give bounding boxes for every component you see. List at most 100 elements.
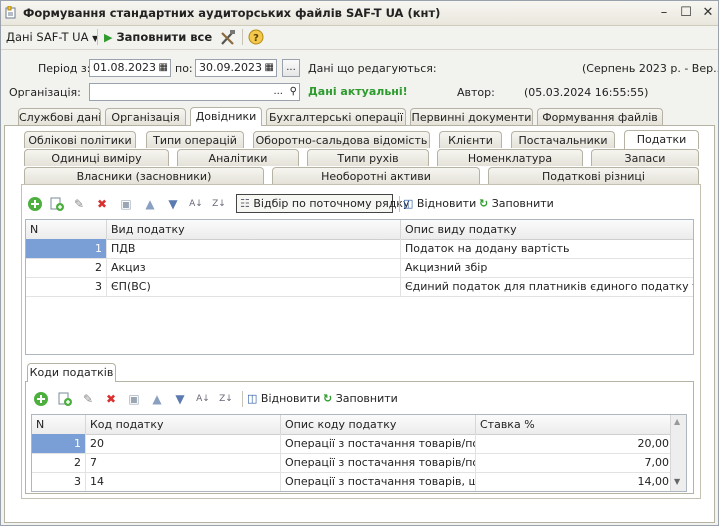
sub-tabs-row1: Облікові політики Типи операцій Оборотно… [1, 130, 718, 149]
fill-all-button[interactable]: ▶ Заповнити все [104, 28, 212, 46]
sort-descending-icon[interactable]: Z↓ [211, 196, 227, 212]
restore-button[interactable]: ◫ Відновити [247, 391, 320, 407]
sub-tabs-row3: Власники (засновники) Необоротні активи … [1, 167, 718, 184]
table-header: N Код податку Опис коду податку Ставка % [32, 415, 673, 435]
row-number: 3 [26, 277, 107, 296]
sort-ascending-icon[interactable]: A↓ [188, 196, 204, 212]
delete-icon[interactable]: ✖ [103, 391, 119, 407]
add-icon[interactable] [33, 391, 49, 407]
restore-button[interactable]: ◫ Відновити [403, 196, 476, 212]
organization-field[interactable]: ... ⚲ [89, 83, 300, 101]
tab-directories[interactable]: Довідники [190, 107, 262, 126]
author-label: Автор: [457, 86, 495, 99]
sort-ascending-icon[interactable]: A↓ [195, 391, 211, 407]
restore-label: Відновити [416, 197, 477, 210]
data-menu-button[interactable]: Дані SAF-T UA ▼ [6, 28, 98, 46]
save-icon[interactable]: ▣ [126, 391, 142, 407]
table-row[interactable]: 3 14 Операції з постачання товарів, що .… [32, 472, 673, 491]
date-to-field[interactable]: 30.09.2023 ▦ [195, 59, 277, 77]
table-row[interactable]: 1 20 Операції з постачання товарів/пос..… [32, 434, 673, 454]
move-down-icon[interactable]: ▼ [165, 196, 181, 212]
tab-service-data[interactable]: Службові дані [18, 108, 101, 125]
period-label: Період з: [38, 62, 91, 75]
move-down-icon[interactable]: ▼ [172, 391, 188, 407]
filter-icon: ☷ [240, 197, 250, 210]
refresh-icon: ↻ [323, 392, 333, 405]
author-value: (05.03.2024 16:55:55) [524, 86, 649, 99]
tax-types-table[interactable]: N Вид податку Опис виду податку 1 ПДВ По… [25, 219, 694, 355]
fill-label: Заповнити [491, 197, 554, 210]
data-menu-label: Дані SAF-T UA [6, 30, 89, 44]
tab-operation-types[interactable]: Типи операцій [146, 131, 244, 148]
tab-tax-codes[interactable]: Коди податків [27, 363, 116, 382]
table-row[interactable]: 1 ПДВ Податок на додану вартість [26, 239, 693, 259]
tax-code-cell: 14 [86, 472, 281, 491]
tab-clients[interactable]: Клієнти [439, 131, 502, 148]
tab-non-current-assets[interactable]: Необоротні активи [272, 167, 480, 184]
toolbar-separator [97, 29, 98, 45]
column-header-tax-code-desc[interactable]: Опис коду податку [281, 415, 476, 434]
tab-inventory[interactable]: Запаси [591, 149, 699, 166]
fill-button[interactable]: ↻ Заповнити [479, 196, 554, 212]
copy-icon[interactable] [57, 391, 73, 407]
tab-tax-differences[interactable]: Податкові різниці [488, 167, 699, 184]
column-header-tax-kind-desc[interactable]: Опис виду податку [401, 220, 693, 239]
tab-accounting-policies[interactable]: Облікові політики [24, 131, 136, 148]
move-up-icon[interactable]: ▲ [149, 391, 165, 407]
tab-trial-balance[interactable]: Оборотно-сальдова відомість [253, 131, 430, 148]
select-ellipsis-icon[interactable]: ... [273, 84, 283, 100]
close-icon[interactable]: ✕ [700, 5, 716, 21]
tab-file-generation[interactable]: Формування файлів [537, 108, 663, 125]
tab-analytics[interactable]: Аналітики [177, 149, 299, 166]
maximize-icon[interactable]: ☐ [678, 5, 694, 21]
table-row[interactable]: 2 7 Операції з постачання товарів/пос...… [32, 453, 673, 473]
edit-icon[interactable]: ✎ [80, 391, 96, 407]
table-row[interactable]: 3 ЄП(ВС) Єдиний податок для платників єд… [26, 277, 693, 297]
minimize-icon[interactable]: – [656, 5, 672, 21]
tab-nomenclature[interactable]: Номенклатура [437, 149, 583, 166]
delete-icon[interactable]: ✖ [94, 196, 110, 212]
column-header-n[interactable]: N [26, 220, 107, 239]
scroll-down-icon[interactable]: ▼ [674, 477, 680, 486]
period-select-button[interactable]: ... [282, 59, 300, 77]
main-window: Формування стандартних аудиторських файл… [0, 0, 719, 526]
tab-movement-types[interactable]: Типи рухів [307, 149, 429, 166]
column-header-n[interactable]: N [32, 415, 86, 434]
main-tabs: Службові дані Організація Довідники Бухг… [1, 107, 718, 126]
toolbar: Дані SAF-T UA ▼ ▶ Заповнити все ? [1, 25, 718, 50]
scroll-up-icon[interactable]: ▲ [674, 417, 680, 426]
vertical-scrollbar[interactable]: ▲ ▼ [670, 415, 686, 491]
add-icon[interactable] [27, 196, 43, 212]
tax-code-desc-cell: Операції з постачання товарів/пос... [281, 434, 476, 453]
tab-organization[interactable]: Організація [105, 108, 186, 125]
tab-units[interactable]: Одиниці виміру [24, 149, 169, 166]
to-label: по: [175, 62, 193, 75]
edit-icon[interactable]: ✎ [71, 196, 87, 212]
column-header-tax-code[interactable]: Код податку [86, 415, 281, 434]
tax-code-cell: 7 [86, 453, 281, 472]
calendar-icon[interactable]: ▦ [159, 60, 168, 76]
help-icon[interactable]: ? [248, 29, 264, 45]
tab-owners[interactable]: Власники (засновники) [24, 167, 264, 184]
table-row[interactable]: 2 Акциз Акцизний збір [26, 258, 693, 278]
column-header-tax-kind[interactable]: Вид податку [107, 220, 401, 239]
move-up-icon[interactable]: ▲ [142, 196, 158, 212]
tax-kind-desc-cell: Податок на додану вартість [405, 242, 570, 255]
tab-suppliers[interactable]: Постачальники [511, 131, 615, 148]
row-number: 1 [26, 239, 107, 258]
column-header-rate[interactable]: Ставка % [476, 415, 673, 434]
tools-icon[interactable] [219, 29, 237, 46]
save-icon[interactable]: ▣ [118, 196, 134, 212]
date-from-field[interactable]: 01.08.2023 ▦ [89, 59, 171, 77]
tab-accounting-operations[interactable]: Бухгалтерські операції [266, 108, 406, 125]
calendar-icon[interactable]: ▦ [265, 60, 274, 76]
tax-codes-table[interactable]: N Код податку Опис коду податку Ставка %… [31, 414, 687, 492]
copy-icon[interactable] [49, 196, 65, 212]
tab-primary-documents[interactable]: Первинні документи [410, 108, 533, 125]
editing-value: (Серпень 2023 р. - Вер... [582, 62, 719, 75]
fill-button[interactable]: ↻ Заповнити [323, 391, 398, 407]
search-icon[interactable]: ⚲ [290, 84, 297, 100]
sort-descending-icon[interactable]: Z↓ [218, 391, 234, 407]
filter-by-current-row-button[interactable]: ☷ Відбір по поточному рядку [236, 194, 409, 213]
tab-taxes[interactable]: Податки [624, 130, 699, 149]
